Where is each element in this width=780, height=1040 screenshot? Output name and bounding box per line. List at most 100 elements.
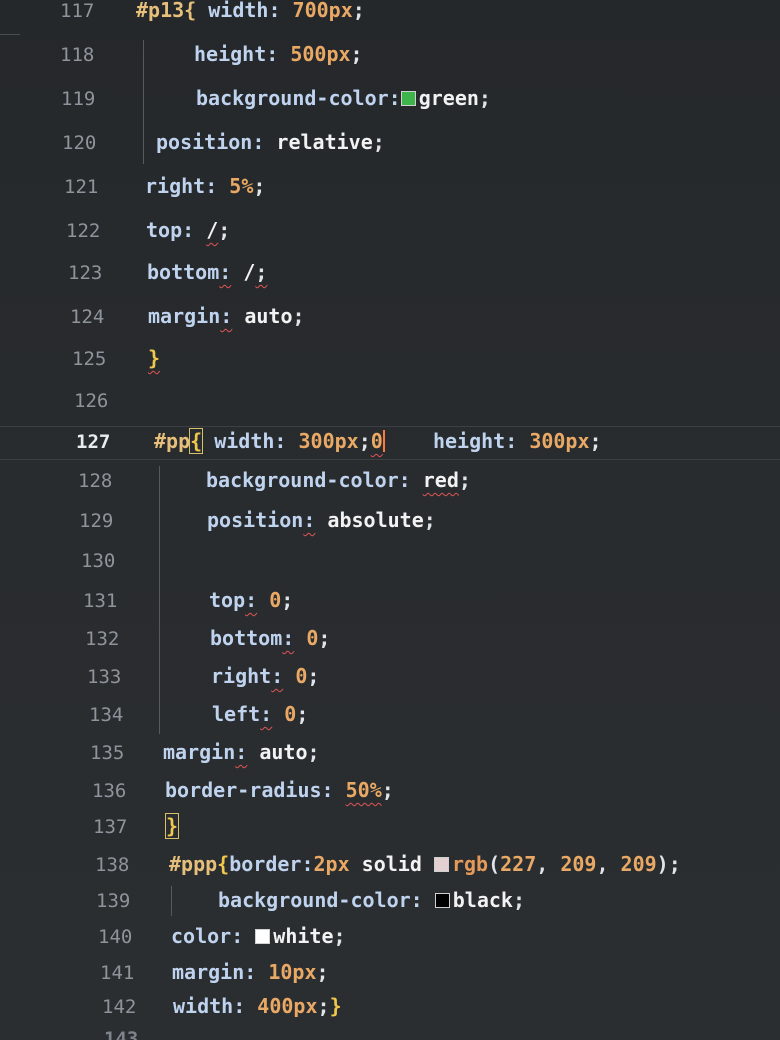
code-text[interactable]: }: [164, 813, 180, 839]
code-line-133[interactable]: 133 right: 0;: [0, 662, 780, 694]
indent-guide: [143, 40, 144, 164]
code-token: auto: [232, 304, 293, 328]
code-text[interactable]: width: 400px;}: [173, 994, 342, 1018]
code-token: ;: [423, 508, 436, 532]
code-text[interactable]: left: 0;: [212, 702, 308, 726]
code-token: absolute: [315, 508, 424, 532]
code-line-136[interactable]: 136 border-radius: 50%;: [0, 776, 780, 808]
code-token: 300px: [529, 429, 590, 453]
code-line-118[interactable]: 118 height: 500px;: [0, 40, 780, 72]
color-swatch-icon[interactable]: [400, 91, 416, 106]
line-number: 129: [79, 510, 114, 532]
code-line-131[interactable]: 131 top: 0;: [0, 586, 780, 618]
code-line-121[interactable]: 121 right: 5%;: [0, 172, 780, 204]
code-line-128[interactable]: 128 background-color: red;: [0, 466, 780, 498]
code-editor[interactable]: 143 117 #p13{ width: 700px; 118 height: 500…: [0, 0, 780, 1040]
code-line-122[interactable]: 122 top: /;: [0, 216, 780, 248]
line-number: 121: [64, 176, 99, 198]
code-token: #p13{: [136, 0, 197, 22]
code-text[interactable]: bottom: /;: [147, 260, 267, 284]
code-token: }: [329, 994, 342, 1018]
color-swatch-icon[interactable]: [433, 857, 449, 872]
code-text[interactable]: height: 500px;: [194, 42, 363, 66]
code-token: rgb: [451, 852, 489, 876]
code-token: width:: [196, 0, 293, 22]
code-line-123[interactable]: 123 bottom: /;: [0, 258, 780, 290]
code-text[interactable]: background-color: green;: [196, 86, 491, 110]
code-token: :: [282, 626, 295, 650]
code-line-139[interactable]: 139 background-color: black;: [0, 886, 780, 918]
code-text[interactable]: background-color: red;: [206, 468, 471, 492]
code-line-125[interactable]: 125}: [0, 344, 780, 376]
code-text[interactable]: position: relative;: [156, 130, 385, 154]
code-line-138[interactable]: 138 #ppp{border:2px solid rgb(227, 209, 2…: [0, 850, 780, 882]
code-token: 209: [560, 852, 597, 876]
code-token: bottom: [210, 626, 283, 650]
code-line-134[interactable]: 134 left: 0;: [0, 700, 780, 732]
line-number: 122: [66, 220, 101, 242]
code-token: :: [235, 740, 248, 764]
code-text[interactable]: right: 5%;: [145, 174, 265, 198]
code-token: top: [209, 588, 246, 612]
code-token: background-color:: [218, 888, 435, 912]
code-text[interactable]: position: absolute;: [207, 508, 436, 532]
code-line-127[interactable]: 127 #pp{ width: 300px;0 height: 300px;: [0, 426, 780, 460]
line-number: 120: [62, 132, 97, 154]
code-token: ;: [318, 626, 331, 650]
code-token: ,: [596, 852, 621, 876]
code-line-141[interactable]: 141 margin: 10px;: [0, 958, 780, 990]
code-token: 227: [500, 852, 537, 876]
color-swatch-icon[interactable]: [255, 929, 271, 944]
code-line-142[interactable]: 142 width: 400px;}: [0, 992, 780, 1024]
code-text[interactable]: color: white;: [171, 924, 346, 948]
code-token: 0: [295, 664, 308, 688]
code-token: black: [452, 888, 513, 912]
code-text[interactable]: bottom: 0;: [210, 626, 330, 650]
code-line-132[interactable]: 132 bottom: 0;: [0, 624, 780, 656]
code-line-117[interactable]: 117 #p13{ width: 700px;: [0, 0, 780, 28]
code-token: auto: [247, 740, 308, 764]
code-line-130[interactable]: 130: [0, 546, 780, 578]
code-text[interactable]: margin: auto;: [163, 740, 320, 764]
code-text[interactable]: border-radius: 50%;: [165, 778, 394, 802]
code-line-135[interactable]: 135 margin: auto;: [0, 738, 780, 770]
code-text[interactable]: margin: 10px;: [172, 960, 329, 984]
code-token: ;: [281, 588, 294, 612]
line-number: 123: [68, 262, 103, 284]
code-line-126[interactable]: 126: [0, 386, 780, 418]
code-token: :: [271, 664, 284, 688]
code-token: relative: [276, 130, 373, 154]
code-token: ;: [358, 429, 371, 453]
code-token: /: [206, 218, 219, 242]
code-line-119[interactable]: 119 background-color: green;: [0, 84, 780, 116]
code-text[interactable]: }: [148, 346, 160, 370]
code-text[interactable]: margin: auto;: [148, 304, 305, 328]
code-line-137[interactable]: 137}: [0, 812, 780, 844]
code-token: solid: [349, 852, 434, 876]
code-text[interactable]: top: /;: [146, 218, 230, 242]
code-token: ;: [668, 852, 681, 876]
code-line-120[interactable]: 120 position: relative;: [0, 128, 780, 160]
code-text[interactable]: #pp{ width: 300px;0 height: 300px;: [154, 428, 602, 454]
code-token: 400px: [257, 994, 318, 1018]
code-text[interactable]: #p13{ width: 700px;: [136, 0, 365, 22]
code-line-129[interactable]: 129 position: absolute;: [0, 506, 780, 538]
code-text[interactable]: right: 0;: [211, 664, 319, 688]
color-swatch-icon[interactable]: [434, 893, 450, 908]
code-token: height:: [384, 429, 530, 453]
code-line-124[interactable]: 124 margin: auto;: [0, 302, 780, 334]
code-text[interactable]: background-color: black;: [218, 888, 525, 912]
code-token: ;: [307, 740, 320, 764]
code-line-140[interactable]: 140 color: white;: [0, 922, 780, 954]
code-text[interactable]: top: 0;: [209, 588, 293, 612]
code-text[interactable]: #ppp{border:2px solid rgb(227, 209, 209)…: [169, 852, 681, 876]
code-token: :: [220, 304, 233, 328]
code-token: ): [656, 852, 669, 876]
code-token: :: [219, 260, 232, 284]
code-token: #ppp: [169, 852, 218, 876]
line-number: 140: [98, 926, 133, 948]
